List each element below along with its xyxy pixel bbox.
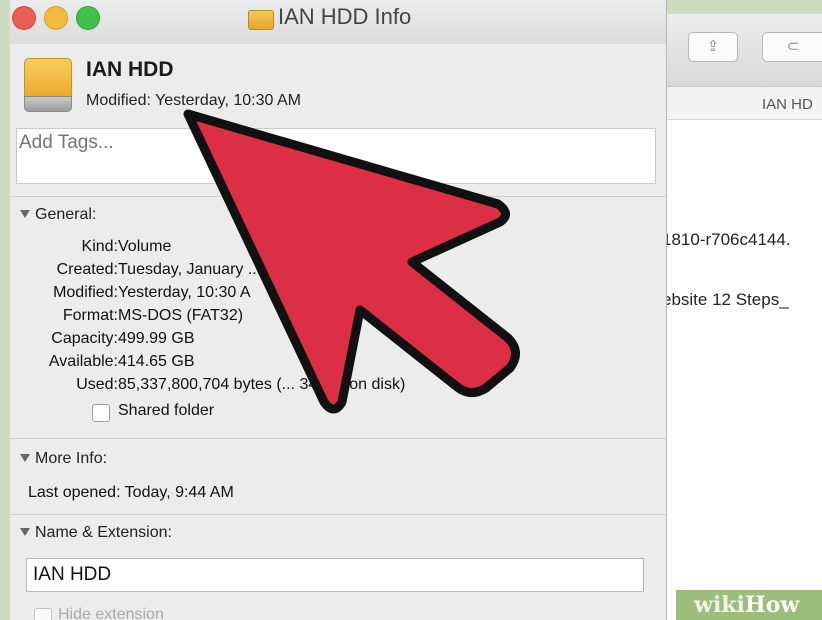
tag-button[interactable]: ⊂: [762, 32, 822, 62]
disclosure-triangle-icon: [20, 454, 30, 462]
file-name-partial[interactable]: 1810-r706c4144.: [662, 230, 791, 250]
name-input[interactable]: [26, 558, 644, 592]
minimize-button[interactable]: [44, 6, 68, 30]
row-label: Format:: [62, 307, 118, 324]
row-label: Created:: [56, 261, 118, 278]
disclosure-triangle-icon: [20, 528, 30, 536]
row-value: 414.65 GB: [118, 353, 195, 370]
background-finder-window: ⌄ ⇪ ⊂ IAN HD 1810-r706c4144. ebsite 12 S…: [640, 14, 822, 620]
path-bar: IAN HD: [640, 87, 822, 120]
hide-extension-label[interactable]: Hide extension: [58, 606, 164, 620]
hard-drive-icon: [24, 58, 72, 112]
info-row-format: Format: MS-DOS (FAT32): [10, 307, 666, 329]
more-info-section-toggle[interactable]: More Info:: [20, 450, 107, 468]
more-info-heading: More Info:: [35, 450, 108, 467]
tags-input[interactable]: [16, 128, 656, 184]
name-extension-section-toggle[interactable]: Name & Extension:: [20, 524, 172, 542]
name-extension-heading: Name & Extension:: [35, 524, 172, 541]
row-label: Used:: [76, 376, 118, 393]
wikihow-watermark: wikiHow: [676, 590, 822, 620]
row-value: Yesterday, 10:30 A: [118, 284, 251, 301]
row-label: Kind:: [81, 238, 118, 255]
disclosure-triangle-icon: [20, 210, 30, 218]
info-row-capacity: Capacity: 499.99 GB: [10, 330, 666, 352]
window-title: IAN HDD Info: [278, 4, 412, 29]
info-row-kind: Kind: Volume: [10, 238, 666, 260]
row-value: Tuesday, January ... M: [118, 261, 279, 278]
path-bar-label: IAN HD: [762, 96, 813, 113]
title-bar[interactable]: IAN HDD Info: [10, 0, 666, 44]
row-value: Volume: [118, 238, 172, 255]
general-heading: General:: [35, 206, 97, 223]
close-button[interactable]: [12, 6, 36, 30]
row-label: Available:: [48, 353, 118, 370]
zoom-button[interactable]: [76, 6, 100, 30]
row-value: 499.99 GB: [118, 330, 195, 347]
divider: [10, 438, 666, 439]
watermark-wiki: wiki: [694, 592, 745, 618]
info-row-created: Created: Tuesday, January ... M: [10, 261, 666, 283]
file-name-partial[interactable]: ebsite 12 Steps_: [662, 290, 789, 310]
drive-icon: [248, 10, 274, 30]
info-row-modified: Modified: Yesterday, 10:30 A: [10, 284, 666, 306]
hide-extension-checkbox[interactable]: [34, 608, 52, 620]
info-row-used: Used: 85,337,800,704 bytes (... 34 GB on…: [10, 376, 666, 398]
info-row-available: Available: 414.65 GB: [10, 353, 666, 375]
share-button[interactable]: ⇪: [688, 32, 738, 62]
modified-date: Modified: Yesterday, 10:30 AM: [86, 92, 301, 109]
finder-toolbar: ⌄ ⇪ ⊂: [640, 14, 822, 87]
drive-name: IAN HDD: [86, 58, 174, 81]
info-header: IAN HDD Modified: Yesterday, 10:30 AM: [10, 44, 666, 122]
row-label: Modified:: [53, 284, 118, 301]
general-section-toggle[interactable]: General:: [20, 206, 96, 224]
last-opened-text: Last opened: Today, 9:44 AM: [28, 484, 234, 501]
shared-folder-checkbox[interactable]: [92, 404, 110, 422]
divider: [10, 196, 666, 197]
watermark-how: How: [744, 592, 800, 618]
row-value: 85,337,800,704 bytes (... 34 GB on disk): [118, 376, 406, 393]
info-window: IAN HDD Info IAN HDD Modified: Yesterday…: [10, 0, 667, 620]
row-label: Capacity:: [51, 330, 118, 347]
row-value: MS-DOS (FAT32): [118, 307, 244, 324]
divider: [10, 514, 666, 515]
shared-folder-label[interactable]: Shared folder: [118, 402, 214, 420]
